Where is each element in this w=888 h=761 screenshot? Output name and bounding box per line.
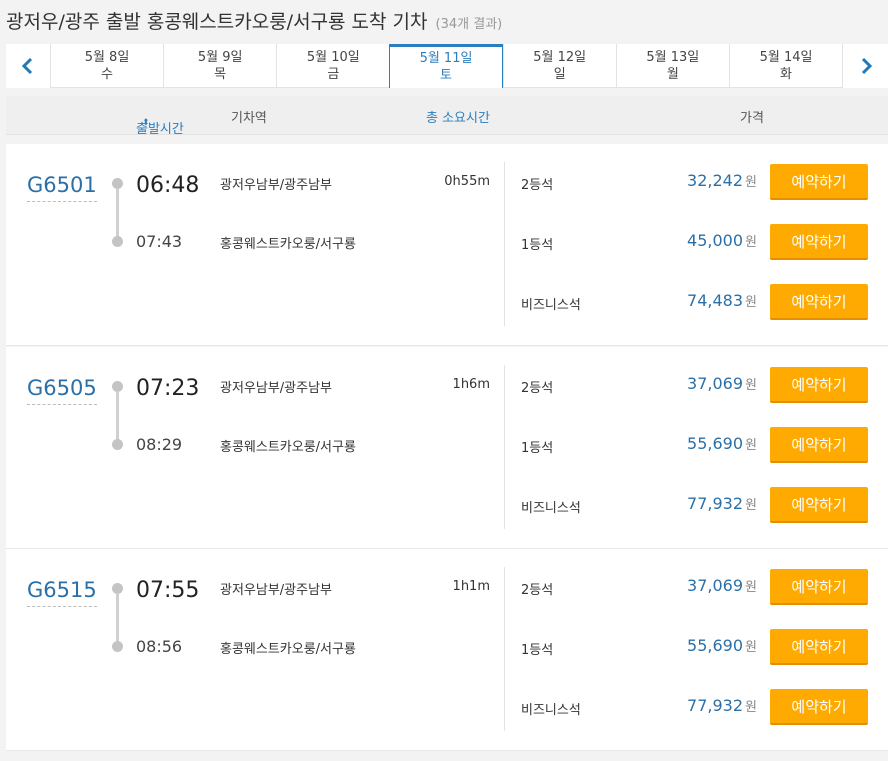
chevron-left-icon bbox=[21, 57, 33, 75]
price-amount: 74,483 bbox=[687, 291, 744, 310]
price-amount: 37,069 bbox=[687, 576, 744, 595]
currency-unit: 원 bbox=[745, 498, 757, 513]
seat-class: 1등석 bbox=[521, 643, 554, 658]
currency-unit: 원 bbox=[745, 700, 757, 715]
fare-price: 37,069 원 bbox=[687, 374, 757, 393]
prev-dates-button[interactable] bbox=[6, 44, 50, 88]
book-button[interactable]: 예약하기 bbox=[770, 629, 868, 665]
date-tab[interactable]: 5월 13일월 bbox=[615, 44, 729, 88]
book-button[interactable]: 예약하기 bbox=[770, 569, 868, 605]
currency-unit: 원 bbox=[745, 175, 757, 190]
book-button[interactable]: 예약하기 bbox=[770, 689, 868, 725]
book-button[interactable]: 예약하기 bbox=[770, 164, 868, 200]
train-row: G6501 06:48 07:43 광저우남부/광주남부 홍콩웨스트카오룽/서구… bbox=[6, 144, 888, 346]
sort-duration[interactable]: 총 소요시간 bbox=[426, 107, 490, 126]
date-tab-date: 5월 11일 bbox=[419, 51, 473, 66]
fare-price: 77,932 원 bbox=[687, 696, 757, 715]
currency-unit: 원 bbox=[745, 295, 757, 310]
fare-price: 45,000 원 bbox=[687, 231, 757, 250]
seat-class: 2등석 bbox=[521, 381, 554, 396]
fare-row: 1등석 55,690 원 예약하기 bbox=[6, 628, 888, 668]
price-amount: 55,690 bbox=[687, 434, 744, 453]
date-tab-weekday: 목 bbox=[214, 67, 227, 82]
route-title: 광저우/광주 출발 홍콩웨스트카오룽/서구룡 도착 기차 bbox=[6, 11, 428, 33]
seat-class: 1등석 bbox=[521, 238, 554, 253]
train-row: G6505 07:23 08:29 광저우남부/광주남부 홍콩웨스트카오룽/서구… bbox=[6, 347, 888, 549]
book-button[interactable]: 예약하기 bbox=[770, 224, 868, 260]
date-tab-weekday: 금 bbox=[327, 67, 340, 82]
currency-unit: 원 bbox=[745, 235, 757, 250]
date-tab-weekday: 일 bbox=[553, 67, 566, 82]
date-tab-weekday: 토 bbox=[440, 68, 452, 83]
station-header: 기차역 bbox=[231, 111, 267, 126]
price-amount: 55,690 bbox=[687, 636, 744, 655]
next-dates-button[interactable] bbox=[842, 44, 888, 88]
book-button[interactable]: 예약하기 bbox=[770, 487, 868, 523]
fare-price: 77,932 원 bbox=[687, 494, 757, 513]
price-amount: 37,069 bbox=[687, 374, 744, 393]
date-tab-date: 5월 8일 bbox=[84, 50, 130, 65]
fare-row: 1등석 55,690 원 예약하기 bbox=[6, 426, 888, 466]
date-tab-weekday: 수 bbox=[101, 67, 113, 82]
fare-row: 2등석 32,242 원 예약하기 bbox=[6, 163, 888, 203]
fare-row: 2등석 37,069 원 예약하기 bbox=[6, 366, 888, 406]
fare-price: 37,069 원 bbox=[687, 576, 757, 595]
date-tab-weekday: 화 bbox=[780, 67, 792, 82]
page-title: 광저우/광주 출발 홍콩웨스트카오룽/서구룡 도착 기차 (34개 결과) bbox=[6, 6, 502, 38]
date-navigation: 5월 8일수 5월 9일목 5월 10일금 5월 11일토 5월 12일일 5월… bbox=[6, 44, 888, 88]
train-row: G6515 07:55 08:56 광저우남부/광주남부 홍콩웨스트카오룽/서구… bbox=[6, 549, 888, 751]
sort-arrows-icon: ⬍ bbox=[142, 118, 150, 128]
result-count: (34개 결과) bbox=[435, 17, 503, 32]
date-tab-date: 5월 13일 bbox=[646, 50, 700, 65]
date-tab-date: 5월 10일 bbox=[306, 50, 360, 65]
book-button[interactable]: 예약하기 bbox=[770, 367, 868, 403]
fare-price: 55,690 원 bbox=[687, 434, 757, 453]
date-tab[interactable]: 5월 10일금 bbox=[276, 44, 390, 88]
fare-row: 비즈니스석 74,483 원 예약하기 bbox=[6, 283, 888, 323]
seat-class: 2등석 bbox=[521, 583, 554, 598]
fare-price: 32,242 원 bbox=[687, 171, 757, 190]
date-tab[interactable]: 5월 9일목 bbox=[163, 44, 277, 88]
date-tab-date: 5월 9일 bbox=[197, 50, 243, 65]
column-header: 출발시간 ⬍ 기차역 총 소요시간 가격 bbox=[6, 96, 888, 137]
fare-row: 비즈니스석 77,932 원 예약하기 bbox=[6, 486, 888, 526]
currency-unit: 원 bbox=[745, 640, 757, 655]
date-tab[interactable]: 5월 14일화 bbox=[728, 44, 843, 88]
seat-class: 1등석 bbox=[521, 441, 554, 456]
fare-row: 비즈니스석 77,932 원 예약하기 bbox=[6, 688, 888, 728]
price-amount: 32,242 bbox=[687, 171, 744, 190]
chevron-right-icon bbox=[861, 57, 872, 75]
fare-row: 2등석 37,069 원 예약하기 bbox=[6, 568, 888, 608]
date-tab-weekday: 월 bbox=[666, 67, 679, 82]
price-amount: 77,932 bbox=[687, 696, 744, 715]
book-button[interactable]: 예약하기 bbox=[770, 427, 868, 463]
fare-price: 55,690 원 bbox=[687, 636, 757, 655]
date-tab[interactable]: 5월 8일수 bbox=[49, 44, 164, 88]
currency-unit: 원 bbox=[745, 580, 757, 595]
seat-class: 비즈니스석 bbox=[521, 703, 581, 718]
currency-unit: 원 bbox=[745, 438, 757, 453]
price-amount: 45,000 bbox=[687, 231, 744, 250]
fare-price: 74,483 원 bbox=[687, 291, 757, 310]
price-header: 가격 bbox=[740, 111, 764, 126]
date-tab-date: 5월 12일 bbox=[533, 50, 587, 65]
seat-class: 비즈니스석 bbox=[521, 501, 581, 516]
date-tab-date: 5월 14일 bbox=[759, 50, 813, 65]
date-tab-selected[interactable]: 5월 11일토 bbox=[389, 44, 503, 88]
fare-row: 1등석 45,000 원 예약하기 bbox=[6, 223, 888, 263]
currency-unit: 원 bbox=[745, 378, 757, 393]
price-amount: 77,932 bbox=[687, 494, 744, 513]
seat-class: 2등석 bbox=[521, 178, 554, 193]
seat-class: 비즈니스석 bbox=[521, 298, 581, 313]
date-tab[interactable]: 5월 12일일 bbox=[502, 44, 616, 88]
book-button[interactable]: 예약하기 bbox=[770, 284, 868, 320]
